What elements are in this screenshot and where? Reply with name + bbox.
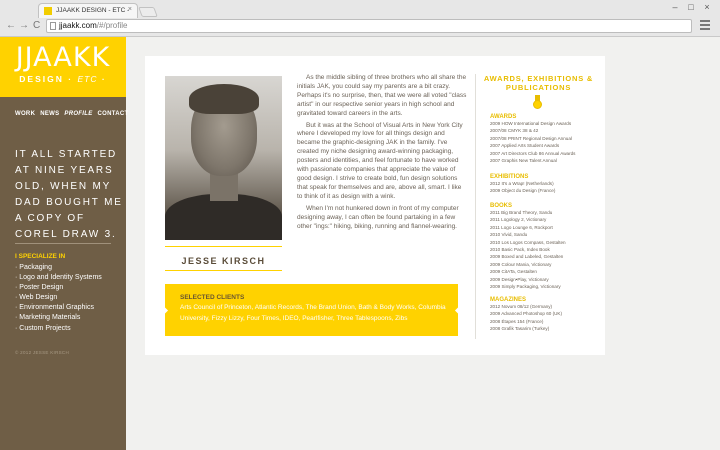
portrait-photo — [165, 76, 282, 240]
magazine-item: 2012 Novum 08/12 (Germany) — [490, 304, 553, 309]
book-item: 2009 CitATa, Gestalten — [490, 269, 537, 275]
nav-contact[interactable]: CONTACT — [98, 111, 129, 117]
minimize-icon[interactable]: – — [670, 2, 680, 12]
book-item: 2010 Basic Pack, Index Book — [490, 247, 550, 253]
award-item: 2007/08 CMYK 38 & 42 — [490, 128, 539, 134]
name-rule-bottom — [165, 270, 282, 271]
nav-profile[interactable]: PROFILE — [64, 111, 92, 117]
new-tab-button[interactable] — [138, 7, 158, 17]
tab-close-icon[interactable]: × — [128, 6, 132, 13]
specialty-item: · Poster Design — [15, 284, 64, 292]
browser-tab[interactable]: JJAAKK DESIGN - ETC - × — [38, 3, 138, 18]
medal-icon — [533, 95, 542, 110]
favicon-icon — [44, 7, 52, 15]
profile-name: JESSE KIRSCH — [181, 256, 266, 266]
book-item: 2009 Boxed and Labeled, Gestalten — [490, 254, 564, 260]
column-divider — [475, 74, 476, 339]
logo-text: JJAAKK — [15, 42, 111, 73]
banner-notch — [454, 306, 463, 315]
browser-chrome: JJAAKK DESIGN - ETC - × – □ × ← → C jjaa… — [0, 0, 720, 37]
book-item: 2011 Logo Lounge 6, Rockport — [490, 224, 553, 230]
book-item: 2011 Big Brand Theory, Sandu — [490, 210, 553, 215]
forward-icon[interactable]: → — [19, 21, 29, 31]
book-item: 2010 Los Logos Compass, Gestalten — [490, 239, 566, 245]
banner-notch — [160, 306, 169, 315]
specialty-item: · Custom Projects — [15, 324, 71, 332]
reload-icon[interactable]: C — [33, 21, 40, 31]
specialty-item: · Packaging — [15, 264, 52, 271]
specialty-item: · Marketing Materials — [15, 314, 81, 322]
profile-card: JESSE KIRSCH As the middle sibling of th… — [145, 56, 605, 355]
tab-title: JJAAKK DESIGN - ETC - — [56, 7, 130, 14]
exhibition-item: 2009 Object du Design (France) — [490, 188, 556, 194]
book-item: 2011 Logology 2, Victionary — [490, 217, 547, 223]
url-host: jjaakk.com — [59, 21, 97, 30]
bio-paragraph: But it was at the School of Visual Arts … — [297, 121, 463, 200]
sidebar-divider — [15, 243, 111, 244]
page-icon — [50, 22, 56, 30]
award-item: 2007/08 PRINT Regional Design Annual — [490, 135, 572, 141]
logo-dot: · — [68, 74, 74, 84]
magazine-item: 2008 Étapes 154 (France) — [490, 318, 544, 324]
award-item: 2007 Graphis New Talent Annual — [490, 158, 557, 164]
logo-design: DESIGN — [19, 74, 64, 84]
menu-icon[interactable] — [700, 20, 710, 30]
intro-text: IT ALL STARTED AT NINE YEARS OLD, WHEN M… — [15, 149, 123, 240]
nav-work[interactable]: WORK — [15, 111, 35, 117]
magazine-item: 2008 Grafik Tasarim (Turkey) — [490, 326, 550, 332]
specialty-item: · Environmental Graphics — [15, 304, 94, 312]
url-path: /#/profile — [96, 21, 128, 30]
bio-text: As the middle sibling of three brothers … — [297, 74, 467, 234]
name-rule-top — [165, 246, 282, 247]
awards-section: AWARDS 2009 HOW International Design Awa… — [490, 114, 575, 164]
logo-etc: ETC — [77, 74, 98, 84]
book-item: 2009 Simply Packaging, Victionary — [490, 284, 561, 290]
magazine-item: 2009 Advanced Photoshop 60 (UK) — [490, 311, 563, 317]
nav-news[interactable]: NEWS — [40, 111, 59, 117]
logo-dot: · — [101, 74, 107, 84]
bio-paragraph: As the middle sibling of three brothers … — [297, 74, 467, 117]
window-close-icon[interactable]: × — [702, 2, 712, 12]
main-nav: WORK NEWS PROFILE CONTACT — [15, 111, 129, 117]
bio-paragraph: When I'm not hunkered down in front of m… — [297, 204, 459, 230]
award-item: 2007 Applied Arts Student Awards — [490, 143, 560, 149]
magazines-section: MAGAZINES 2012 Novum 08/12 (Germany) 200… — [490, 297, 562, 333]
copyright: © 2012 JESSE KIRSCH — [15, 350, 70, 355]
book-item: 2010 Vivid, Sandu — [490, 232, 528, 238]
book-item: 2009 Colour Mania, Victionary — [490, 261, 552, 267]
specialize-title: I SPECIALIZE IN — [15, 253, 66, 260]
logo-subtitle: DESIGN · ETC · — [0, 74, 126, 84]
back-icon[interactable]: ← — [6, 21, 16, 31]
address-bar[interactable]: jjaakk.com/#/profile ☆ — [46, 19, 692, 33]
book-item: 2009 Design•Play, Victionary — [490, 276, 549, 282]
exhibition-item: 2012 It's a Wrap! (Netherlands) — [490, 181, 554, 186]
awards-title: AWARDS, EXHIBITIONS & PUBLICATIONS — [483, 74, 594, 92]
clients-title: SELECTED CLIENTS — [180, 294, 245, 301]
maximize-icon[interactable]: □ — [686, 2, 696, 12]
specialty-item: · Logo and Identity Systems — [15, 274, 102, 282]
clients-list: Arts Council of Princeton, Atlantic Reco… — [180, 304, 446, 322]
specialty-item: · Web Design — [15, 294, 58, 302]
site-logo[interactable]: JJAAKK DESIGN · ETC · — [0, 37, 126, 97]
award-item: 2009 HOW International Design Awards — [490, 121, 572, 126]
award-item: 2007 Art Directors Club 86 Annual Awards — [490, 150, 576, 156]
sidebar: JJAAKK DESIGN · ETC · WORK NEWS PROFILE … — [0, 37, 129, 450]
exhibitions-section: EXHIBITIONS 2012 It's a Wrap! (Netherlan… — [490, 174, 555, 195]
books-section: BOOKS 2011 Big Brand Theory, Sandu 2011 … — [490, 203, 566, 290]
selected-clients-banner: SELECTED CLIENTS Arts Council of Princet… — [160, 284, 463, 336]
specialties-list: · Packaging · Logo and Identity Systems … — [15, 263, 102, 334]
